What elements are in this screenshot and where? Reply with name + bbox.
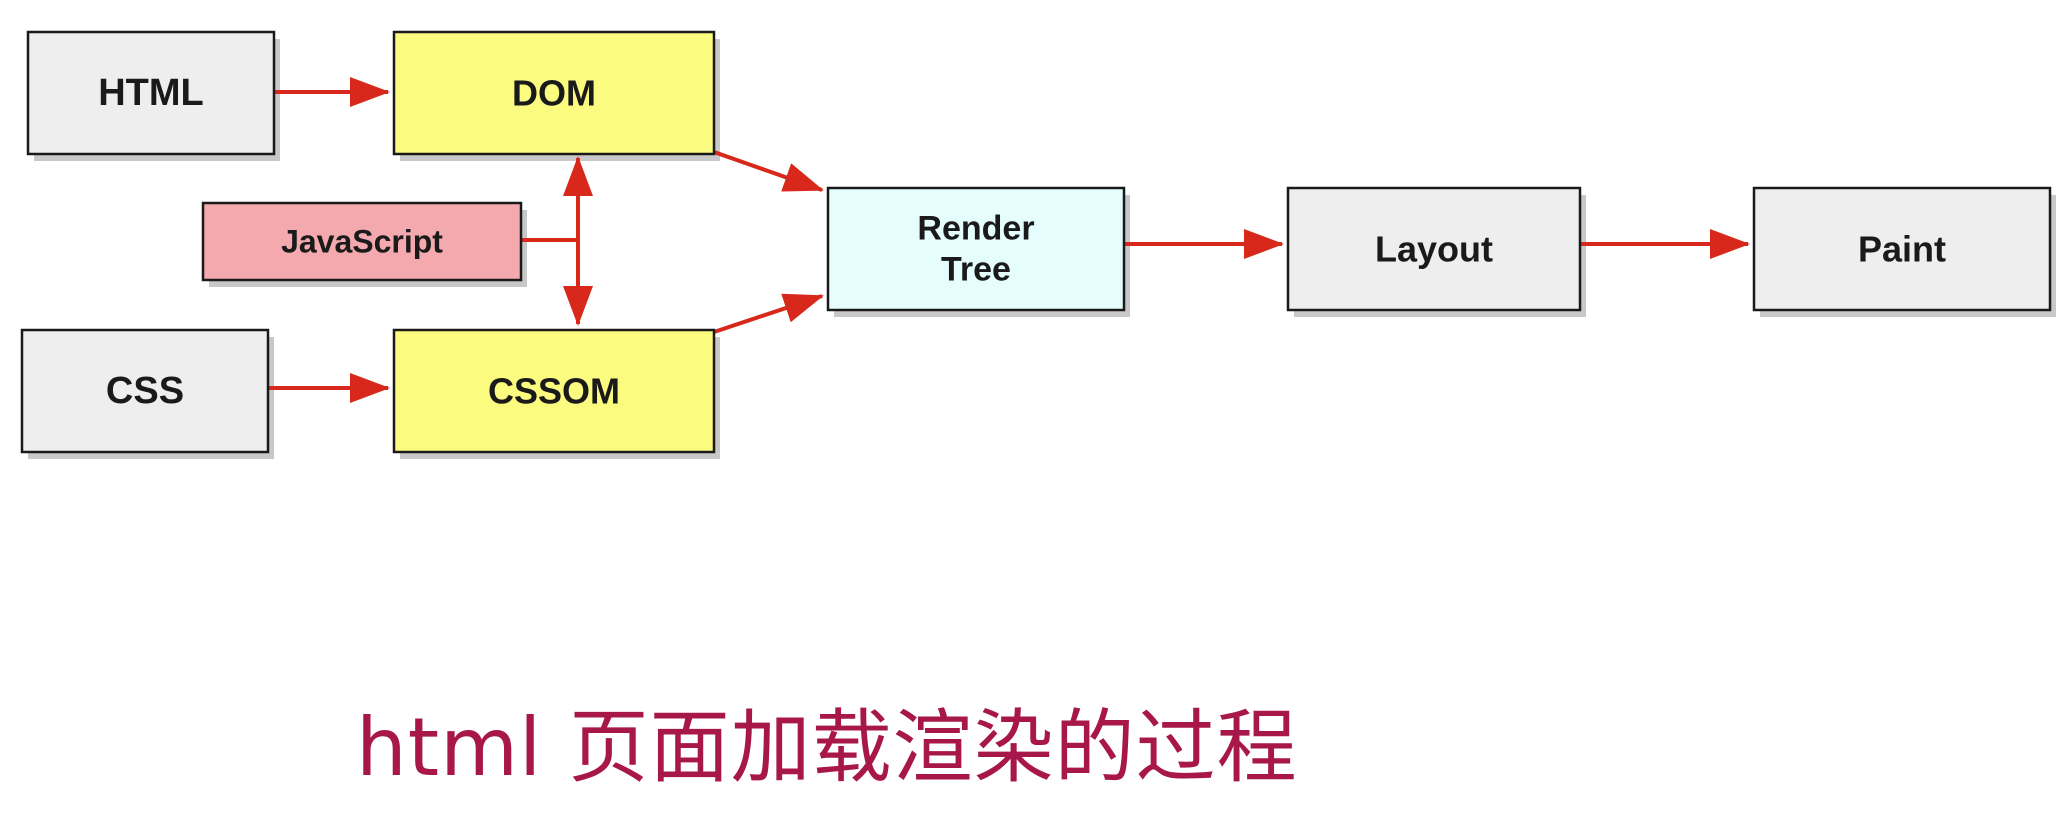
paint-node-label: Paint <box>1858 229 1946 270</box>
layout-node: Layout <box>1286 186 1582 312</box>
edge-dom-to-render-tree <box>713 150 824 192</box>
javascript-node: JavaScript <box>201 201 523 282</box>
render-tree-node: Render Tree <box>826 186 1126 312</box>
layout-node-label: Layout <box>1375 229 1493 270</box>
render-tree-node-label: Render <box>917 209 1034 247</box>
html-node-label: HTML <box>98 72 204 114</box>
paint-node: Paint <box>1752 186 2052 312</box>
render-tree-node-box <box>826 186 1126 312</box>
cssom-node-label: CSSOM <box>488 371 620 412</box>
diagram-caption: html 页面加载渲染的过程 <box>356 701 1298 794</box>
edge-cssom-to-render-tree <box>713 293 824 334</box>
css-node: CSS <box>20 328 270 454</box>
javascript-node-label: JavaScript <box>281 224 443 260</box>
css-node-label: CSS <box>106 370 184 412</box>
rendering-pipeline-diagram: HTML DOM JavaScript CSS CSSOM Render Tree Layou… <box>20 30 2056 459</box>
render-tree-node-label: Tree <box>941 251 1011 289</box>
dom-node: DOM <box>392 30 716 156</box>
cssom-node: CSSOM <box>392 328 716 454</box>
html-node: HTML <box>26 30 276 156</box>
dom-node-label: DOM <box>512 73 596 114</box>
